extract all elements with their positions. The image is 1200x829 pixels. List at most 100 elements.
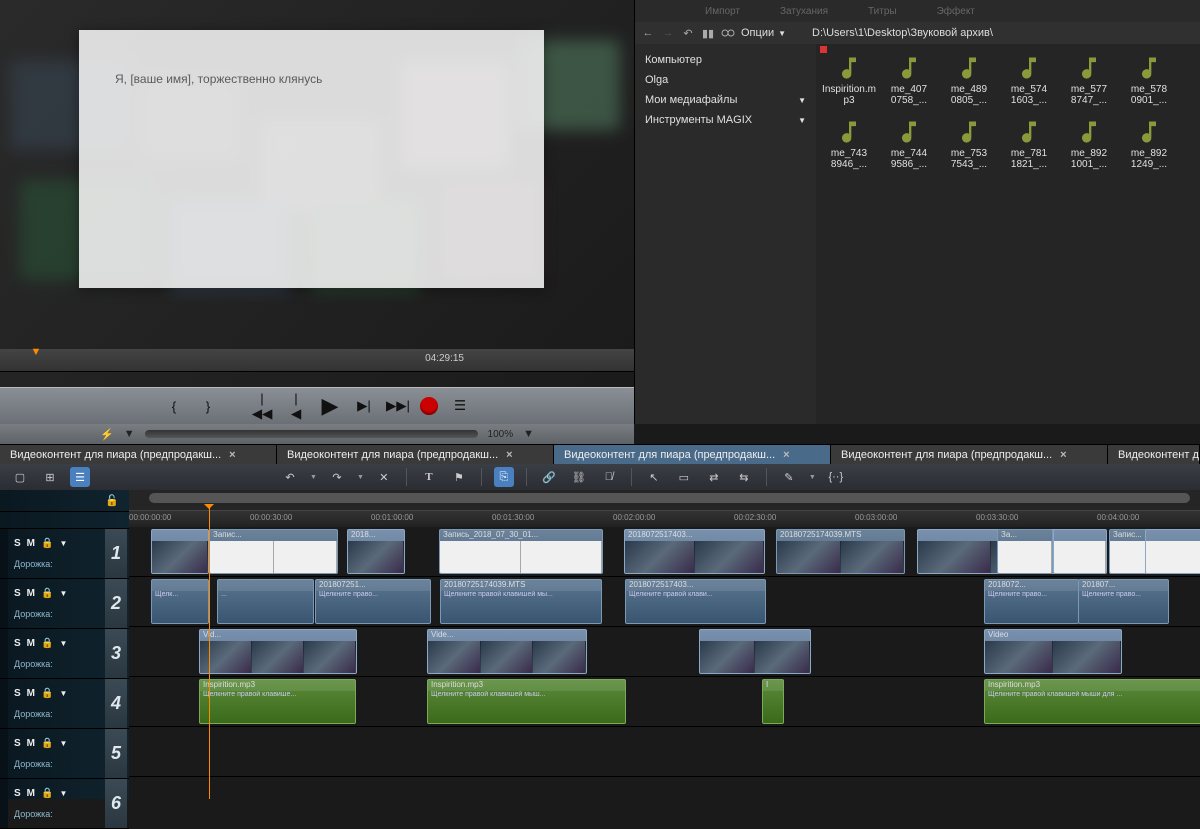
play-button[interactable]: ▶ — [318, 395, 342, 417]
link-button[interactable]: 🔗 — [539, 467, 559, 487]
clip-video[interactable] — [151, 529, 209, 574]
lock-icon[interactable]: 🔒 — [41, 638, 53, 649]
jog-slider[interactable] — [145, 430, 478, 438]
tree-tools[interactable]: Инструменты MAGIX▼ — [635, 110, 816, 130]
chevron-down-icon[interactable]: ▼ — [59, 789, 67, 798]
forward-button[interactable]: → — [661, 26, 675, 40]
file-item[interactable]: me_5741603_... — [1000, 54, 1058, 106]
ungroup-button[interactable]: ⛓̸ — [599, 467, 619, 487]
clip-video[interactable]: 2018... — [347, 529, 405, 574]
clip-audio[interactable]: Inspirition.mp3Щелкните правой клавише..… — [199, 679, 356, 724]
solo-button[interactable]: S — [14, 788, 21, 799]
brace-tool[interactable]: {··} — [826, 467, 846, 487]
clip-title[interactable]: 20180725174039.MTS Щелкните правой клави… — [440, 579, 602, 624]
next-frame-button[interactable]: ▶| — [352, 395, 376, 417]
clip-audio[interactable]: Inspirition.mp3Щелкните правой клавишей … — [427, 679, 626, 724]
track[interactable]: Inspirition.mp3Щелкните правой клавише..… — [129, 677, 1200, 727]
tab-effects[interactable]: Эффект — [937, 6, 975, 17]
undo-button[interactable]: ↶ — [280, 467, 300, 487]
goto-start-button[interactable]: |◀◀ — [250, 395, 274, 417]
mute-button[interactable]: M — [27, 688, 35, 699]
mute-button[interactable]: M — [27, 538, 35, 549]
clip-audio[interactable]: Inspirition.mp3Щелкните правой клавишей … — [984, 679, 1200, 724]
solo-button[interactable]: S — [14, 638, 21, 649]
folder-icon[interactable]: ▮▮ — [701, 26, 715, 40]
close-icon[interactable]: × — [229, 449, 235, 461]
lock-icon[interactable]: 🔒 — [41, 538, 53, 549]
clip-title[interactable]: Щелк... — [151, 579, 209, 624]
clip-video[interactable]: Video — [984, 629, 1122, 674]
mute-button[interactable]: M — [27, 638, 35, 649]
lock-icon[interactable]: 🔓 — [105, 494, 119, 507]
playhead[interactable] — [209, 504, 210, 799]
select-tool[interactable]: ▭ — [674, 467, 694, 487]
lock-icon[interactable]: 🔒 — [41, 738, 53, 749]
chevron-down-icon[interactable]: ▼ — [59, 589, 67, 598]
search-icon[interactable] — [721, 26, 735, 40]
lock-icon[interactable]: 🔒 — [41, 588, 53, 599]
list-view-button[interactable]: ☰ — [448, 395, 472, 417]
file-item[interactable]: me_4070758_... — [880, 54, 938, 106]
timeline-ruler[interactable]: 00:00:00:0000:00:30:0000:01:00:0000:01:3… — [129, 490, 1200, 527]
clip-video[interactable]: Vid... — [199, 629, 357, 674]
snap-button[interactable]: ⎘ — [494, 467, 514, 487]
clip-title[interactable]: За... — [997, 529, 1053, 574]
close-icon[interactable]: × — [1060, 449, 1066, 461]
preview-ruler[interactable]: ▼ 04:29:15 — [0, 349, 634, 372]
marker-button[interactable]: ⚑ — [449, 467, 469, 487]
track[interactable] — [129, 727, 1200, 777]
close-icon[interactable]: × — [783, 449, 789, 461]
track[interactable] — [129, 777, 1200, 799]
solo-button[interactable]: S — [14, 688, 21, 699]
chevron-down-icon[interactable]: ▼ — [59, 539, 67, 548]
clip-title[interactable]: 20180725174039.MTS Выб... — [776, 529, 905, 574]
tab-fades[interactable]: Затухания — [780, 6, 828, 17]
project-tab[interactable]: Видеоконтент для пиара (предпродакш...× — [0, 445, 277, 464]
view-mode-2[interactable]: ⊞ — [40, 467, 60, 487]
clip-audio[interactable]: I — [762, 679, 784, 724]
clip-title[interactable]: 201807251... Щелкните право... — [315, 579, 431, 624]
back-button[interactable]: ← — [641, 26, 655, 40]
path-display[interactable]: D:\Users\1\Desktop\Звуковой архив\ — [812, 27, 993, 39]
file-item[interactable]: me_5780901_... — [1120, 54, 1178, 106]
clip-title[interactable]: 2018072... Щелкните право... — [984, 579, 1079, 624]
record-button[interactable] — [420, 397, 438, 415]
clip-title[interactable]: 201807... Щелкните право... — [1078, 579, 1169, 624]
view-mode-3[interactable]: ☰ — [70, 467, 90, 487]
group-button[interactable]: ⛓ — [569, 467, 589, 487]
slip-tool[interactable]: ⇆ — [734, 467, 754, 487]
tracks-area[interactable]: 00:00:00:0000:00:30:0000:01:00:0000:01:3… — [129, 490, 1200, 799]
clip-video[interactable]: Vide... — [427, 629, 587, 674]
tab-titles[interactable]: Титры — [868, 6, 897, 17]
solo-button[interactable]: S — [14, 738, 21, 749]
file-item[interactable]: me_7811821_... — [1000, 118, 1058, 170]
tree-computer[interactable]: Компьютер — [635, 50, 816, 70]
title-button[interactable]: T — [419, 467, 439, 487]
lock-icon[interactable]: 🔒 — [41, 788, 53, 799]
mute-button[interactable]: M — [27, 788, 35, 799]
file-item[interactable]: Inspirition.mp3 — [820, 54, 878, 106]
options-dropdown[interactable]: Опции ▼ — [741, 27, 786, 39]
file-item[interactable]: me_7438946_... — [820, 118, 878, 170]
solo-button[interactable]: S — [14, 538, 21, 549]
prev-frame-button[interactable]: |◀ — [284, 395, 308, 417]
clip-video[interactable]: 2018072517403... — [624, 529, 765, 574]
view-mode-1[interactable]: ▢ — [10, 467, 30, 487]
clip-video[interactable] — [1145, 529, 1200, 574]
project-tab[interactable]: Видеоконтент для пиар — [1108, 445, 1200, 464]
project-tab[interactable]: Видеоконтент для пиара (предпродакш...× — [831, 445, 1108, 464]
close-icon[interactable]: × — [506, 449, 512, 461]
chevron-down-icon[interactable]: ▼ — [59, 639, 67, 648]
ruler-scale[interactable]: 00:00:00:0000:00:30:0000:01:00:0000:01:3… — [129, 510, 1200, 527]
tree-user[interactable]: Olga — [635, 70, 816, 90]
mute-button[interactable]: M — [27, 738, 35, 749]
project-tab[interactable]: Видеоконтент для пиара (предпродакш...× — [277, 445, 554, 464]
file-item[interactable]: me_7449586_... — [880, 118, 938, 170]
clip-video[interactable] — [1053, 529, 1107, 574]
tree-media[interactable]: Мои медиафайлы▼ — [635, 90, 816, 110]
lock-icon[interactable]: 🔒 — [41, 688, 53, 699]
file-item[interactable]: me_8921001_... — [1060, 118, 1118, 170]
track[interactable]: Запис... 2018... Запись_2018_07_30_01...… — [129, 527, 1200, 577]
clip-title[interactable]: Запис... — [209, 529, 338, 574]
track[interactable]: Щелк... ... 201807251... Щелкните право.… — [129, 577, 1200, 627]
